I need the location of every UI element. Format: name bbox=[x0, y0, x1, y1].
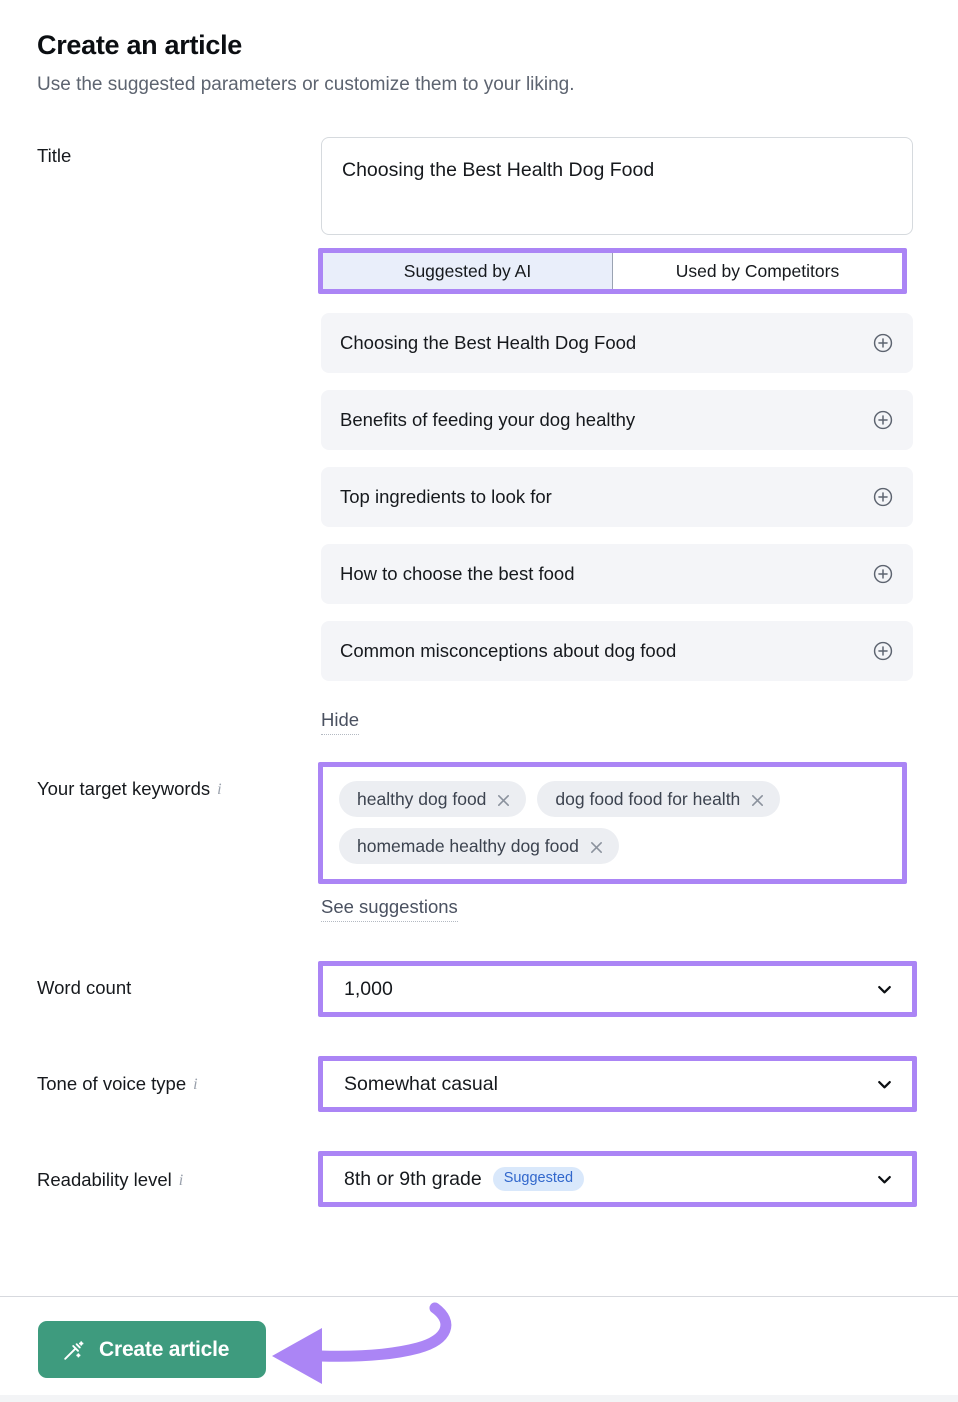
hide-suggestions-link[interactable]: Hide bbox=[321, 708, 360, 735]
info-icon[interactable]: i bbox=[193, 1077, 197, 1093]
create-article-button-label: Create article bbox=[99, 1337, 230, 1361]
info-icon[interactable]: i bbox=[217, 782, 221, 798]
keyword-chip: homemade healthy dog food bbox=[339, 828, 619, 864]
tone-of-voice-value: Somewhat casual bbox=[344, 1072, 498, 1095]
suggestion-text: Benefits of feeding your dog healthy bbox=[340, 409, 636, 430]
tone-of-voice-label: Tone of voice type i bbox=[37, 1073, 198, 1095]
chevron-down-icon[interactable] bbox=[875, 1170, 894, 1189]
target-keywords-label-text: Your target keywords bbox=[37, 778, 211, 799]
create-article-button[interactable]: Create article bbox=[38, 1321, 266, 1378]
chevron-down-icon[interactable] bbox=[875, 1075, 894, 1094]
target-keywords-field[interactable]: healthy dog food dog food food for healt… bbox=[323, 767, 902, 879]
list-item[interactable]: Choosing the Best Health Dog Food bbox=[321, 313, 913, 373]
keyword-chip: dog food food for health bbox=[537, 781, 781, 817]
keyword-chip-label: dog food food for health bbox=[555, 788, 741, 809]
info-icon[interactable]: i bbox=[179, 1173, 183, 1189]
keyword-chip: healthy dog food bbox=[339, 781, 527, 817]
word-count-label: Word count bbox=[37, 977, 131, 999]
list-item[interactable]: How to choose the best food bbox=[321, 544, 913, 604]
readability-level-value-text: 8th or 9th grade bbox=[344, 1167, 482, 1190]
plus-circle-icon[interactable] bbox=[872, 563, 894, 585]
curved-arrow-left-icon bbox=[258, 1296, 468, 1396]
title-input[interactable] bbox=[321, 137, 913, 235]
title-label-text: Title bbox=[37, 145, 72, 166]
suggestion-text: How to choose the best food bbox=[340, 563, 575, 584]
list-item[interactable]: Top ingredients to look for bbox=[321, 467, 913, 527]
word-count-value: 1,000 bbox=[344, 977, 393, 1000]
close-icon[interactable] bbox=[589, 839, 604, 854]
readability-level-highlight: 8th or 9th grade Suggested bbox=[318, 1151, 917, 1207]
readability-level-select[interactable]: 8th or 9th grade Suggested bbox=[323, 1156, 912, 1202]
title-tabs-highlight: Suggested by AI Used by Competitors bbox=[318, 248, 907, 294]
close-icon[interactable] bbox=[496, 792, 511, 807]
word-count-select[interactable]: 1,000 bbox=[323, 966, 912, 1012]
readability-level-label-text: Readability level bbox=[37, 1169, 172, 1190]
title-label: Title bbox=[37, 145, 71, 167]
status-badge: Suggested bbox=[492, 1167, 585, 1191]
plus-circle-icon[interactable] bbox=[872, 409, 894, 431]
create-article-panel: Create an article Use the suggested para… bbox=[0, 0, 958, 1402]
list-item[interactable]: Benefits of feeding your dog healthy bbox=[321, 390, 913, 450]
tone-of-voice-select[interactable]: Somewhat casual bbox=[323, 1061, 912, 1107]
target-keywords-label: Your target keywords i bbox=[37, 778, 222, 800]
suggestion-text: Common misconceptions about dog food bbox=[340, 640, 677, 661]
tab-used-by-competitors[interactable]: Used by Competitors bbox=[613, 253, 902, 289]
suggestion-text: Choosing the Best Health Dog Food bbox=[340, 332, 637, 353]
list-item[interactable]: Common misconceptions about dog food bbox=[321, 621, 913, 681]
page-subtitle: Use the suggested parameters or customiz… bbox=[37, 74, 575, 95]
keyword-chip-label: homemade healthy dog food bbox=[357, 835, 579, 856]
target-keywords-highlight: healthy dog food dog food food for healt… bbox=[318, 762, 907, 884]
word-count-highlight: 1,000 bbox=[318, 961, 917, 1017]
chevron-down-icon[interactable] bbox=[875, 980, 894, 999]
tab-used-by-competitors-label: Used by Competitors bbox=[675, 260, 840, 281]
close-icon[interactable] bbox=[750, 792, 765, 807]
panel-header: Create an article Use the suggested para… bbox=[37, 28, 897, 98]
title-tabs: Suggested by AI Used by Competitors bbox=[323, 253, 902, 289]
bottom-strip bbox=[0, 1395, 958, 1402]
plus-circle-icon[interactable] bbox=[872, 640, 894, 662]
footer-divider bbox=[0, 1296, 958, 1297]
word-count-label-text: Word count bbox=[37, 977, 132, 998]
title-suggestion-list: Choosing the Best Health Dog Food Benefi… bbox=[321, 313, 913, 698]
magic-wand-icon bbox=[62, 1338, 86, 1362]
plus-circle-icon[interactable] bbox=[872, 332, 894, 354]
tone-of-voice-label-text: Tone of voice type bbox=[37, 1073, 187, 1094]
page-title: Create an article bbox=[37, 30, 243, 60]
see-suggestions-link[interactable]: See suggestions bbox=[321, 895, 458, 922]
plus-circle-icon[interactable] bbox=[872, 486, 894, 508]
tab-suggested-by-ai-label: Suggested by AI bbox=[403, 260, 532, 281]
keyword-chip-label: healthy dog food bbox=[357, 788, 487, 809]
readability-level-value: 8th or 9th grade Suggested bbox=[344, 1167, 875, 1191]
readability-level-label: Readability level i bbox=[37, 1169, 183, 1191]
tone-of-voice-highlight: Somewhat casual bbox=[318, 1056, 917, 1112]
suggestion-text: Top ingredients to look for bbox=[340, 486, 552, 507]
tab-suggested-by-ai[interactable]: Suggested by AI bbox=[323, 253, 613, 289]
